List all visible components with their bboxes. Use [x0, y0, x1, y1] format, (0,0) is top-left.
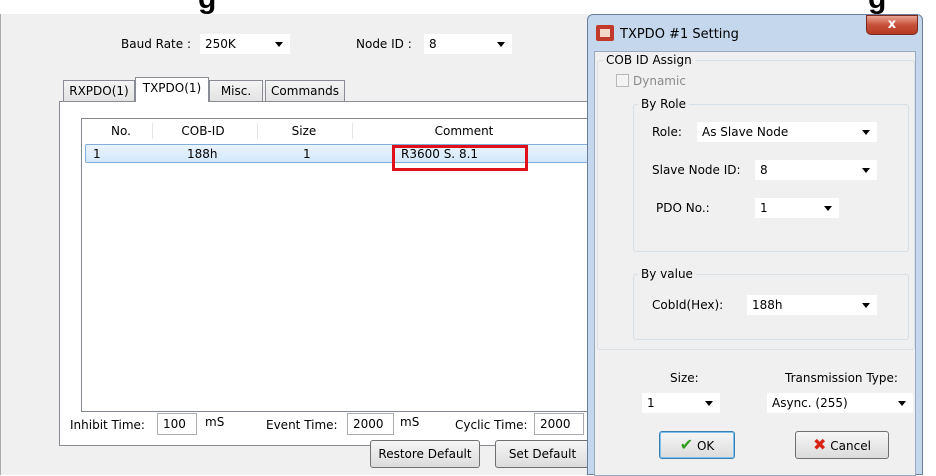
by-role-label: By Role	[638, 96, 690, 112]
chevron-down-icon	[497, 42, 505, 47]
restore-default-button[interactable]: Restore Default	[370, 440, 480, 468]
cobid-hex-label: CobId(Hex):	[652, 298, 724, 312]
baud-rate-value: 250K	[205, 37, 236, 51]
dynamic-label: Dynamic	[633, 74, 686, 88]
col-divider	[352, 123, 353, 139]
tab-commands[interactable]: Commands	[265, 80, 345, 102]
inhibit-time-input[interactable]: 100	[157, 413, 197, 435]
app-icon	[596, 25, 614, 41]
chevron-down-icon	[862, 168, 870, 173]
cobid-hex-select[interactable]: 188h	[747, 295, 877, 315]
pdo-list[interactable]: No. COB-ID Size Comment 1 188h 1 R3600 S…	[81, 118, 622, 412]
set-default-button[interactable]: Set Default	[495, 440, 590, 468]
slave-node-id-value: 8	[760, 163, 768, 177]
cancel-button[interactable]: ✖ Cancel	[795, 431, 889, 459]
chevron-down-icon	[824, 206, 832, 211]
role-label: Role:	[652, 125, 682, 139]
pdo-no-label: PDO No.:	[656, 201, 710, 215]
txpdo-settings-dialog[interactable]: TXPDO #1 Setting x COB ID Assign Dynamic…	[587, 14, 923, 476]
cell-size: 1	[303, 147, 311, 161]
tab-misc[interactable]: Misc.	[209, 80, 263, 102]
cyclic-time-input[interactable]: 2000	[534, 413, 584, 435]
node-id-value: 8	[429, 37, 437, 51]
cancel-label: Cancel	[830, 439, 871, 453]
event-time-unit: mS	[400, 415, 420, 429]
transmission-type-select[interactable]: Async. (255)	[767, 393, 913, 413]
cob-id-assign-label: COB ID Assign	[603, 52, 695, 68]
size-label: Size:	[670, 371, 699, 385]
page-heading: g g	[0, 0, 936, 14]
cobid-hex-value: 188h	[752, 298, 783, 312]
col-header-cob-id[interactable]: COB-ID	[154, 119, 252, 143]
inhibit-time-unit: mS	[205, 415, 225, 429]
node-id-label: Node ID :	[356, 37, 412, 51]
role-select[interactable]: As Slave Node	[697, 122, 877, 142]
tab-panel: No. COB-ID Size Comment 1 188h 1 R3600 S…	[59, 101, 622, 446]
x-icon: ✖	[813, 435, 827, 454]
slave-node-id-label: Slave Node ID:	[652, 163, 741, 177]
chevron-down-icon	[705, 401, 713, 406]
dialog-title: TXPDO #1 Setting	[620, 27, 739, 42]
role-value: As Slave Node	[702, 125, 789, 139]
heading-text-right: g	[868, 0, 886, 14]
chevron-down-icon	[862, 130, 870, 135]
check-icon: ✔	[679, 435, 694, 454]
col-header-size[interactable]: Size	[258, 119, 350, 143]
node-id-select[interactable]: 8	[424, 34, 512, 54]
dynamic-checkbox[interactable]	[616, 74, 629, 87]
tab-txpdo[interactable]: TXPDO(1)	[135, 77, 209, 102]
close-button[interactable]: x	[866, 15, 918, 35]
comment-highlight-box	[392, 145, 528, 171]
chevron-down-icon	[275, 42, 283, 47]
cell-cob-id: 188h	[187, 147, 218, 161]
baud-rate-select[interactable]: 250K	[200, 34, 290, 54]
close-icon: x	[887, 17, 897, 32]
baud-rate-label: Baud Rate :	[121, 37, 191, 51]
transmission-type-value: Async. (255)	[772, 396, 848, 410]
chevron-down-icon	[862, 303, 870, 308]
transmission-type-label: Transmission Type:	[785, 371, 898, 385]
col-divider	[152, 123, 153, 139]
size-value: 1	[647, 396, 655, 410]
pdo-no-select[interactable]: 1	[755, 198, 839, 218]
ok-label: OK	[696, 439, 715, 453]
event-time-input[interactable]: 2000	[347, 413, 394, 435]
table-row[interactable]: 1 188h 1 R3600 S. 8.1	[85, 144, 622, 163]
heading-text-left: g	[198, 0, 216, 14]
cell-no: 1	[93, 147, 101, 161]
ok-button[interactable]: ✔ OK	[659, 431, 735, 459]
main-window: Baud Rate : 250K Node ID : 8 RXPDO(1) TX…	[0, 14, 622, 475]
dialog-client: COB ID Assign Dynamic By Role Role: As S…	[594, 51, 916, 476]
pdo-no-value: 1	[760, 201, 768, 215]
col-header-comment[interactable]: Comment	[354, 119, 574, 143]
cyclic-time-label: Cyclic Time:	[455, 418, 528, 432]
by-value-label: By value	[638, 266, 696, 282]
col-header-no[interactable]: No.	[86, 119, 156, 143]
event-time-label: Event Time:	[266, 418, 338, 432]
chevron-down-icon	[898, 401, 906, 406]
size-select[interactable]: 1	[642, 393, 720, 413]
inhibit-time-label: Inhibit Time:	[70, 418, 145, 432]
slave-node-id-select[interactable]: 8	[755, 160, 877, 180]
tab-rxpdo[interactable]: RXPDO(1)	[63, 80, 135, 102]
